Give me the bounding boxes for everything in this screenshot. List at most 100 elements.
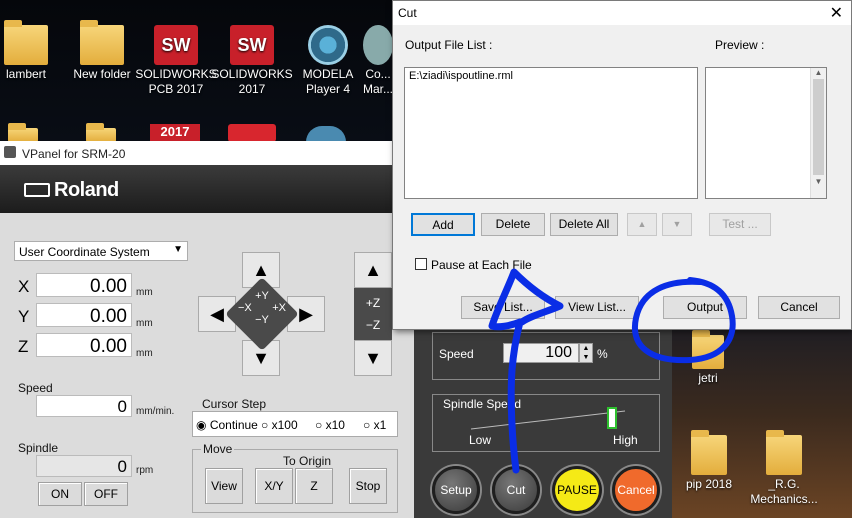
minus-z-label: −Z <box>365 318 381 332</box>
radio-x10[interactable]: ○ x10 <box>315 418 345 432</box>
cursor-step-group: ◉ Continue ○ x100 ○ x10 ○ x1 <box>192 411 398 437</box>
test-button[interactable]: Test ... <box>709 213 771 236</box>
close-icon[interactable]: ✕ <box>830 3 843 23</box>
plus-x-label: +X <box>272 302 286 314</box>
preview-pane: ▲ ▼ <box>705 67 827 199</box>
spindle-label: Spindle <box>18 441 59 455</box>
output-control-panel: Speed 100 ▲ ▼ % Spindle Speed Low High Se… <box>414 320 672 518</box>
scroll-thumb[interactable] <box>813 79 824 175</box>
origin-xy-button[interactable]: X/Y <box>255 468 293 504</box>
spindle-on-button[interactable]: ON <box>38 482 82 506</box>
setup-button[interactable]: Setup <box>432 466 480 514</box>
view-button[interactable]: View <box>205 468 243 504</box>
folder-icon <box>86 123 116 142</box>
folder-icon <box>80 20 124 65</box>
folder-icon <box>4 20 48 65</box>
view-list-button[interactable]: View List... <box>555 296 639 319</box>
delete-button[interactable]: Delete <box>481 213 545 236</box>
plus-z-label: +Z <box>365 296 381 310</box>
desktop-icon-label: pip 2018 <box>685 477 733 491</box>
radio-continue[interactable]: ◉ Continue <box>196 418 258 432</box>
app-icon <box>4 146 16 158</box>
window-title: VPanel for SRM-20 <box>22 147 126 161</box>
desktop-icon-partial[interactable]: Co... Mar... <box>362 25 394 97</box>
speed-override-unit: % <box>597 347 608 361</box>
origin-z-button[interactable]: Z <box>295 468 333 504</box>
speed-unit: mm/min. <box>136 406 175 417</box>
preview-label: Preview : <box>715 38 765 52</box>
spindle-off-button[interactable]: OFF <box>84 482 128 506</box>
scroll-down-icon[interactable]: ▼ <box>811 177 826 186</box>
high-label: High <box>613 433 638 447</box>
desktop-icon-label: MODELA Player 4 <box>302 67 354 96</box>
desktop-icon-solidworks-pcb[interactable]: SW SOLIDWORKS PCB 2017 <box>134 25 218 97</box>
speed-spinner[interactable]: ▲ ▼ <box>579 343 593 363</box>
move-down-button[interactable]: ▼ <box>662 213 692 236</box>
jog-z-down-button[interactable]: ▼ <box>354 340 392 376</box>
save-list-button[interactable]: Save List... <box>461 296 545 319</box>
desktop-icon-label: jetri <box>698 371 718 385</box>
pause-each-file-checkbox[interactable] <box>415 258 427 270</box>
solidworks-icon: SW <box>230 25 274 65</box>
chevron-down-icon: ▼ <box>173 244 183 255</box>
output-button[interactable]: Output <box>663 296 747 319</box>
arrow-up-icon: ▲ <box>637 219 647 229</box>
desktop-icon-modela[interactable]: MODELA Player 4 <box>286 25 370 97</box>
z-axis-label: Z <box>18 337 29 356</box>
delete-all-button[interactable]: Delete All <box>550 213 618 236</box>
jog-z-up-button[interactable]: ▲ <box>354 252 392 288</box>
file-list-item[interactable]: E:\ziadi\ispoutline.rml <box>405 68 697 84</box>
desktop-icon-rg-mechanics[interactable]: _R.G. Mechanics... <box>746 430 822 507</box>
add-button[interactable]: Add <box>411 213 475 236</box>
z-jog-center: +Z −Z <box>354 288 392 340</box>
stop-button[interactable]: Stop <box>349 468 387 504</box>
pause-button[interactable]: PAUSE <box>552 466 602 514</box>
spindle-speed-slider-thumb[interactable] <box>607 407 617 429</box>
scroll-up-icon[interactable]: ▲ <box>811 68 826 77</box>
move-up-button[interactable]: ▲ <box>627 213 657 236</box>
cancel-button[interactable]: Cancel <box>758 296 840 319</box>
low-label: Low <box>469 433 492 447</box>
y-value: 0.00 <box>36 303 132 327</box>
speed-group: Speed 100 ▲ ▼ % <box>432 332 660 380</box>
modela-player-icon <box>308 25 348 65</box>
radio-label: Continue <box>209 418 258 432</box>
move-group: Move To Origin View X/Y Z Stop <box>192 442 398 513</box>
desktop-icon-label: New folder <box>73 67 131 81</box>
speed-override-value[interactable]: 100 <box>503 343 579 363</box>
desktop-icon-pip-2018[interactable]: pip 2018 <box>678 430 740 492</box>
folder-icon <box>766 430 802 475</box>
cut-dialog-titlebar: Cut <box>393 1 851 25</box>
preview-scrollbar[interactable]: ▲ ▼ <box>810 68 826 198</box>
pause-each-file-label: Pause at Each File <box>431 258 532 272</box>
cursor-step-label: Cursor Step <box>202 397 267 411</box>
jog-labels: +Y −X +X −Y <box>236 290 288 326</box>
radio-label: x1 <box>373 418 387 432</box>
move-label: Move <box>201 442 235 456</box>
vpanel-window: VPanel for SRM-20 Roland User Coordinate… <box>0 141 414 518</box>
radio-label: x10 <box>325 418 345 432</box>
arrow-down-icon: ▼ <box>672 219 682 229</box>
desktop-icon-solidworks[interactable]: SW SOLIDWORKS 2017 <box>210 25 294 97</box>
speed-override-label: Speed <box>439 347 474 361</box>
desktop-icon-lambert[interactable]: lambert <box>0 20 52 82</box>
coordinate-system-select[interactable]: User Coordinate System ▼ <box>14 241 188 261</box>
desktop-icon-jetri[interactable]: jetri <box>680 330 736 386</box>
spindle-unit: rpm <box>136 465 154 476</box>
radio-x100[interactable]: ○ x100 <box>261 418 298 432</box>
cancel-operation-button[interactable]: Cancel <box>612 466 660 514</box>
output-file-list[interactable]: E:\ziadi\ispoutline.rml <box>404 67 698 199</box>
z-value: 0.00 <box>36 333 132 357</box>
cut-button[interactable]: Cut <box>492 466 540 514</box>
folder-icon <box>692 330 724 369</box>
speed-value: 0 <box>36 395 132 417</box>
radio-x1[interactable]: ○ x1 <box>363 418 386 432</box>
spindle-value: 0 <box>36 455 132 477</box>
desktop-icon-new-folder[interactable]: New folder <box>60 20 144 82</box>
desktop-icon-label: Co... Mar... <box>362 67 393 96</box>
x-value: 0.00 <box>36 273 132 297</box>
y-axis-label: Y <box>18 307 30 326</box>
folder-icon <box>691 430 727 475</box>
spindle-speed-slider-track <box>470 410 626 430</box>
speed-label: Speed <box>18 381 53 395</box>
